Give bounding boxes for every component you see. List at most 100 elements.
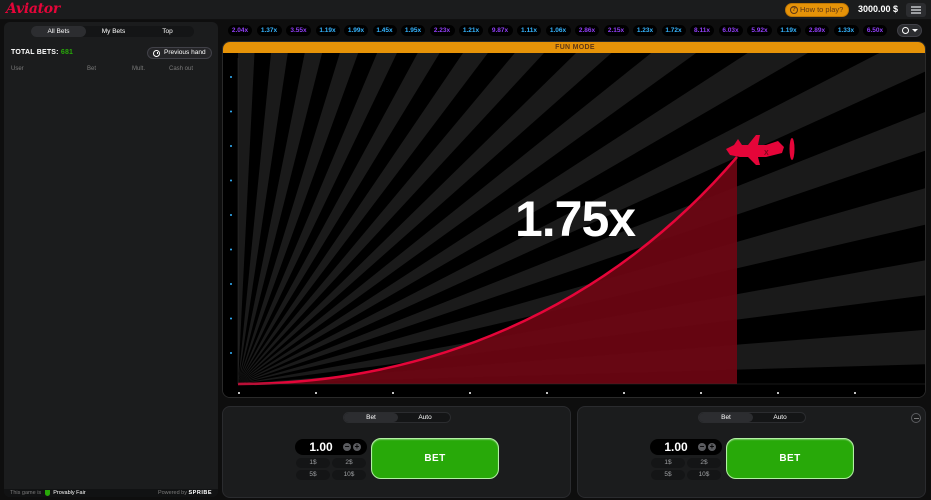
bet-auto-switch: Bet Auto [343, 412, 451, 423]
y-axis-dot [230, 179, 232, 182]
y-axis-dot [230, 145, 232, 147]
chip-2[interactable]: 2$ [332, 458, 366, 468]
history-multiplier[interactable]: 1.37x [256, 25, 282, 36]
tab-auto[interactable]: Auto [753, 413, 807, 422]
column-user: User [11, 66, 24, 72]
x-axis-dot [469, 392, 471, 394]
history-multiplier[interactable]: 2.04x [228, 25, 252, 36]
history-multiplier[interactable]: 1.99x [344, 25, 368, 36]
provider-logo: SPRIBE [188, 490, 212, 496]
total-bets: TOTAL BETS: 681 [11, 49, 73, 56]
x-axis-dot [623, 392, 625, 394]
history-multiplier[interactable]: 1.23x [633, 25, 657, 36]
chip-10[interactable]: 10$ [687, 470, 721, 480]
tab-auto[interactable]: Auto [398, 413, 452, 422]
chip-10[interactable]: 10$ [332, 470, 366, 480]
provably-fair-label: Provably Fair [53, 490, 86, 496]
x-axis-dot [777, 392, 779, 394]
history-multiplier[interactable]: 5.92x [747, 25, 772, 36]
tab-all-bets[interactable]: All Bets [31, 26, 86, 37]
tab-bet[interactable]: Bet [699, 413, 753, 422]
total-bets-count: 681 [60, 49, 74, 56]
bet-amount-value: 1.00 [664, 440, 688, 454]
fun-mode-banner: FUN MODE [223, 42, 925, 53]
history-multiplier[interactable]: 6.50x [863, 25, 887, 36]
x-axis-dot [392, 392, 394, 394]
plus-icon[interactable]: + [353, 443, 361, 451]
history-multiplier[interactable]: 1.06x [545, 25, 571, 36]
shield-icon [44, 489, 50, 496]
remove-panel-button[interactable] [911, 413, 921, 423]
history-multiplier[interactable]: 1.19x [315, 25, 340, 36]
bet-auto-switch: Bet Auto [698, 412, 806, 423]
chip-1[interactable]: 1$ [296, 458, 330, 468]
column-bet: Bet [87, 66, 97, 72]
column-cash-out: Cash out [169, 66, 194, 72]
game-canvas: FUN MODE X 1.75x [222, 41, 926, 398]
y-axis-dot [230, 76, 232, 78]
history-icon [153, 49, 160, 57]
minus-icon[interactable]: − [698, 443, 706, 451]
history-multiplier[interactable]: 1.95x [401, 25, 425, 36]
chevron-down-icon [912, 29, 918, 32]
bet-panel-2: Bet Auto 1.00 − + 1$ 2$ 5$ 10$ BET [577, 406, 926, 498]
bet-amount-value: 1.00 [309, 440, 333, 454]
history-multiplier[interactable]: 2.15x [603, 25, 629, 36]
history-multiplier[interactable]: 1.11x [517, 25, 541, 36]
history-multiplier[interactable]: 2.86x [575, 25, 599, 36]
history-multiplier[interactable]: 9.87x [487, 25, 513, 36]
bets-tabs: All Bets My Bets Top [31, 26, 194, 37]
chip-1[interactable]: 1$ [651, 458, 685, 468]
history-multiplier[interactable]: 6.03x [718, 25, 743, 36]
chip-5[interactable]: 5$ [296, 470, 330, 480]
history-multiplier[interactable]: 8.11x [690, 25, 714, 36]
history-multiplier[interactable]: 1.33x [833, 25, 859, 36]
bet-amount-input[interactable]: 1.00 − + [650, 439, 722, 455]
hamburger-icon [911, 6, 921, 8]
menu-button[interactable] [906, 3, 926, 17]
history-multiplier[interactable]: 1.19x [776, 25, 801, 36]
top-bar: Aviator ? How to play? 3000.00 $ [0, 0, 931, 20]
chip-2[interactable]: 2$ [687, 458, 721, 468]
x-axis-dot [238, 392, 240, 394]
powered-by-label: Powered by [157, 490, 187, 496]
minus-icon[interactable]: − [343, 443, 351, 451]
history-multiplier[interactable]: 2.23x [429, 25, 455, 36]
bet-panel-1: Bet Auto 1.00 − + 1$ 2$ 5$ 10$ BET [222, 406, 571, 498]
history-icon [902, 27, 909, 34]
current-multiplier: 1.75x [514, 191, 636, 247]
how-to-play-button[interactable]: ? How to play? [785, 3, 849, 17]
y-axis-dot [230, 283, 232, 285]
powered-by: Powered by SPRIBE [158, 489, 212, 497]
plus-icon[interactable]: + [708, 443, 716, 451]
how-to-play-label: How to play? [800, 5, 844, 14]
aviator-logo[interactable]: Aviator [6, 1, 60, 17]
column-mult: Mult. [132, 66, 146, 72]
left-footer: This game is Provably Fair Powered by SP… [4, 489, 218, 497]
x-axis-dot [315, 392, 317, 394]
tab-top[interactable]: Top [141, 26, 194, 37]
tab-bet[interactable]: Bet [344, 413, 398, 422]
history-multiplier[interactable]: 1.72x [661, 25, 686, 36]
total-bets-label: TOTAL BETS: [11, 49, 59, 56]
previous-hand-button[interactable]: Previous hand [147, 47, 212, 59]
history-multiplier[interactable]: 1.45x [372, 25, 397, 36]
y-axis-dot [230, 317, 232, 320]
chip-5[interactable]: 5$ [651, 470, 685, 480]
help-icon: ? [790, 6, 798, 14]
bet-button[interactable]: BET [371, 438, 499, 479]
bet-amount-input[interactable]: 1.00 − + [295, 439, 367, 455]
bet-button[interactable]: BET [726, 438, 854, 479]
history-multiplier[interactable]: 2.89x [805, 25, 829, 36]
tab-my-bets[interactable]: My Bets [86, 26, 141, 37]
provably-fair[interactable]: This game is Provably Fair [10, 489, 86, 497]
history-multiplier[interactable]: 3.55x [286, 25, 311, 36]
y-axis-dot [230, 248, 232, 251]
svg-text:X: X [764, 150, 769, 157]
balance: 3000.00 $ [858, 4, 899, 14]
footer-text: This game is [10, 490, 42, 496]
previous-hand-label: Previous hand [164, 49, 206, 56]
y-axis-dot [230, 110, 232, 113]
history-toggle-button[interactable] [897, 24, 922, 37]
history-multiplier[interactable]: 1.21x [459, 25, 483, 36]
